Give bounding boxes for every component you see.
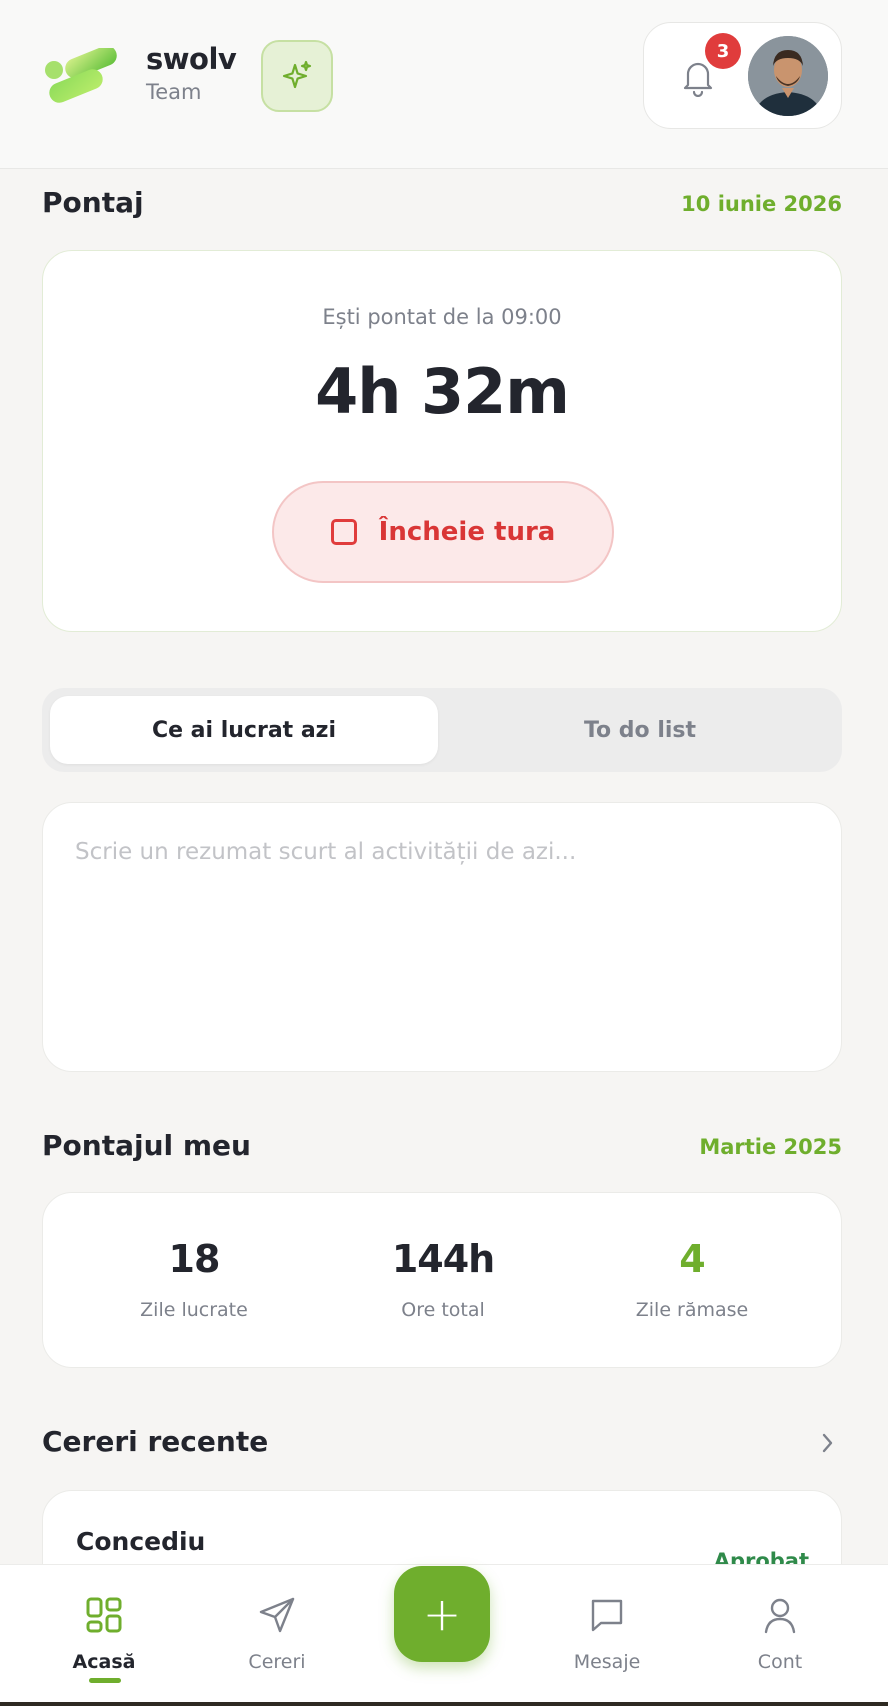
- nav-account-label: Cont: [757, 1651, 803, 1673]
- stop-icon: [330, 519, 357, 545]
- brand-name: swolv: [146, 42, 237, 76]
- stat-label: Ore total: [401, 1299, 485, 1321]
- active-tab-indicator: [89, 1678, 121, 1683]
- plus-icon: +: [422, 1587, 462, 1641]
- ai-assistant-button[interactable]: [261, 40, 333, 112]
- timesheet-stats-card: 18 Zile lucrate 144h Ore total 4 Zile ră…: [42, 1192, 842, 1368]
- send-icon: [259, 1597, 295, 1633]
- add-button[interactable]: +: [394, 1566, 490, 1662]
- user-avatar[interactable]: [748, 36, 828, 116]
- nav-messages[interactable]: Mesaje: [547, 1595, 667, 1673]
- message-icon: [591, 1599, 623, 1632]
- stat-label: Zile lucrate: [140, 1299, 248, 1321]
- activity-tabs: Ce ai lucrat azi To do list: [42, 688, 842, 772]
- end-shift-label: Încheie tura: [378, 517, 556, 547]
- current-date: 10 iunie 2026: [681, 192, 842, 216]
- elapsed-time: 4h 32m: [315, 355, 570, 428]
- clock-section-title: Pontaj: [42, 186, 144, 219]
- timesheet-period: Martie 2025: [699, 1135, 842, 1159]
- grid-icon: [86, 1597, 122, 1633]
- nav-requests[interactable]: Cereri: [217, 1595, 337, 1673]
- nav-messages-label: Mesaje: [573, 1651, 641, 1673]
- see-all-requests-button[interactable]: [816, 1430, 838, 1456]
- sparkle-icon: [282, 60, 312, 89]
- app-header: swolv Team 3: [0, 0, 888, 169]
- chevron-right-icon: [822, 1433, 833, 1453]
- stat-days-remaining: 4 Zile rămase: [567, 1237, 817, 1321]
- stat-label: Zile rămase: [635, 1299, 749, 1321]
- nav-home[interactable]: Acasă: [44, 1595, 164, 1673]
- clock-in-time: Ești pontat de la 09:00: [322, 305, 562, 329]
- user-icon: [764, 1598, 796, 1634]
- end-shift-button[interactable]: Încheie tura: [272, 481, 614, 583]
- brand-subtitle: Team: [146, 80, 202, 104]
- brand: swolv Team: [146, 42, 237, 104]
- notification-badge: 3: [705, 33, 741, 69]
- my-timesheet-title: Pontajul meu: [42, 1129, 251, 1162]
- tab-daily-work[interactable]: Ce ai lucrat azi: [50, 696, 438, 764]
- daily-summary-input[interactable]: [75, 839, 811, 1039]
- nav-account[interactable]: Cont: [720, 1595, 840, 1673]
- nav-home-label: Acasă: [72, 1651, 136, 1673]
- stat-value: 4: [679, 1237, 705, 1281]
- screen-edge: [0, 1702, 888, 1706]
- request-title: Concediu: [76, 1527, 206, 1556]
- user-panel: 3: [643, 22, 842, 129]
- stat-total-hours: 144h Ore total: [318, 1237, 568, 1321]
- summary-card: [42, 802, 842, 1072]
- recent-requests-title: Cereri recente: [42, 1425, 269, 1458]
- nav-requests-label: Cereri: [248, 1651, 306, 1673]
- swolv-logo[interactable]: [42, 45, 122, 104]
- tab-todo-list[interactable]: To do list: [446, 696, 834, 764]
- stat-days-worked: 18 Zile lucrate: [69, 1237, 319, 1321]
- stat-value: 18: [168, 1237, 221, 1281]
- stat-value: 144h: [391, 1237, 495, 1281]
- clock-card: Ești pontat de la 09:00 4h 32m Încheie t…: [42, 250, 842, 632]
